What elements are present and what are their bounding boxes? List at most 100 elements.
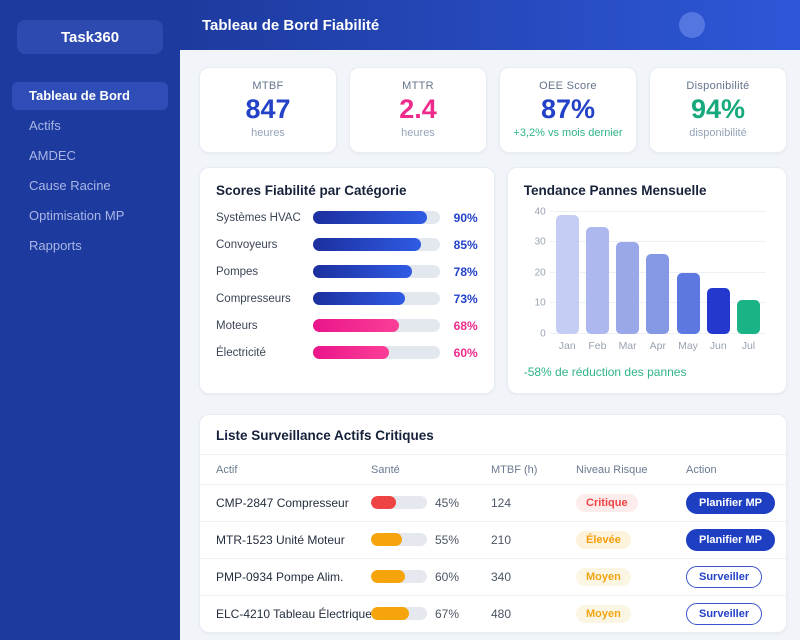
surveiller-button[interactable]: Surveiller bbox=[686, 603, 762, 625]
column-header-niveau-risque: Niveau Risque bbox=[576, 464, 686, 476]
health-percent: 67% bbox=[435, 607, 459, 621]
kpi-label: Disponibilité bbox=[654, 80, 782, 92]
asset-name: ELC-4210 Tableau Électrique bbox=[216, 607, 371, 621]
charts-row: Scores Fiabilité par Catégorie Systèmes … bbox=[199, 167, 787, 394]
main-area: Tableau de Bord Fiabilité MTBF847heuresM… bbox=[180, 0, 800, 640]
hbar-row-compresseurs: Compresseurs 73% bbox=[216, 292, 478, 306]
hbar-row-moteurs: Moteurs68% bbox=[216, 319, 478, 333]
risk-badge: Critique bbox=[576, 494, 638, 512]
table-row: MTR-1523 Unité Moteur55%210ÉlevéePlanifi… bbox=[200, 521, 786, 558]
column-header-mtbf-h: MTBF (h) bbox=[491, 464, 576, 476]
kpi-card-mttr: MTTR2.4heures bbox=[349, 67, 487, 153]
kpi-subtext: +3,2% vs mois dernier bbox=[504, 127, 632, 139]
hbar-row-convoyeurs: Convoyeurs 85% bbox=[216, 238, 478, 252]
failure-trend-caption: -58% de réduction des pannes bbox=[524, 365, 770, 379]
sidebar-item-tableau-de-bord[interactable]: Tableau de Bord bbox=[12, 82, 168, 110]
kpi-subtext: disponibilité bbox=[654, 127, 782, 139]
kpi-value: 847 bbox=[204, 95, 332, 125]
vbar-may bbox=[677, 273, 700, 334]
asset-name: MTR-1523 Unité Moteur bbox=[216, 533, 371, 547]
kpi-row: MTBF 847 heures MTTR 2.4 heures OEE Score87%+3… bbox=[199, 67, 787, 153]
kpi-label: OEE Score bbox=[504, 80, 632, 92]
health-percent: 60% bbox=[435, 570, 459, 584]
mtbf-value: 340 bbox=[491, 570, 576, 584]
vbar-jun bbox=[707, 288, 730, 334]
planifier-mp-button[interactable]: Planifier MP bbox=[686, 529, 775, 551]
reliability-scores-card: Scores Fiabilité par Catégorie Systèmes … bbox=[199, 167, 495, 394]
hbar-category-label: Compresseurs bbox=[216, 293, 313, 305]
health-cell: 67% bbox=[371, 607, 491, 621]
hbar-value-label: 68% bbox=[440, 319, 478, 333]
critical-assets-title-wrap: Liste Surveillance Actifs Critiques bbox=[200, 415, 786, 455]
mtbf-value: 124 bbox=[491, 496, 576, 510]
y-axis-tick: 40 bbox=[522, 206, 546, 217]
health-bar-fill bbox=[371, 607, 409, 620]
column-header-action: Action bbox=[686, 464, 770, 476]
planifier-mp-button[interactable]: Planifier MP bbox=[686, 492, 775, 514]
hbar-fill bbox=[313, 238, 421, 251]
sidebar-item-actifs[interactable]: Actifs bbox=[12, 112, 168, 140]
x-axis-tick: Apr bbox=[646, 340, 669, 352]
kpi-card-mtbf: MTBF 847 heures bbox=[199, 67, 337, 153]
sidebar-item-rapports[interactable]: Rapports bbox=[12, 232, 168, 260]
hbar-value-label: 85% bbox=[440, 238, 478, 252]
hbar-track bbox=[313, 238, 440, 251]
x-axis-tick: Mar bbox=[616, 340, 639, 352]
health-bar-track bbox=[371, 607, 427, 620]
table-header-row: ActifSantéMTBF (h)Niveau RisqueAction bbox=[200, 455, 786, 484]
health-bar-fill bbox=[371, 533, 402, 546]
mtbf-value: 480 bbox=[491, 607, 576, 621]
hbar-category-label: Convoyeurs bbox=[216, 239, 313, 251]
sidebar-item-cause-racine[interactable]: Cause Racine bbox=[12, 172, 168, 200]
user-avatar-icon[interactable] bbox=[679, 12, 705, 38]
vbar-feb bbox=[586, 227, 609, 334]
dashboard-content: MTBF 847 heures MTTR 2.4 heures OEE Score87%+3… bbox=[180, 50, 800, 640]
hbar-value-label: 73% bbox=[440, 292, 478, 306]
health-bar-track bbox=[371, 533, 427, 546]
table-row: PMP-0934 Pompe Alim. 60% 340Moyen Surveille… bbox=[200, 558, 786, 595]
critical-assets-title: Liste Surveillance Actifs Critiques bbox=[216, 428, 770, 443]
hbar-value-label: 90% bbox=[440, 211, 478, 225]
vbar-jul bbox=[737, 300, 760, 334]
asset-name: PMP-0934 Pompe Alim. bbox=[216, 570, 371, 584]
health-percent: 55% bbox=[435, 533, 459, 547]
mtbf-value: 210 bbox=[491, 533, 576, 547]
hbar-fill bbox=[313, 211, 427, 224]
y-axis-tick: 30 bbox=[522, 237, 546, 248]
hbar-track bbox=[313, 292, 440, 305]
hbar-category-label: Systèmes HVAC bbox=[216, 212, 313, 224]
kpi-subtext: heures bbox=[204, 127, 332, 139]
y-axis-tick: 10 bbox=[522, 298, 546, 309]
vbar-mar bbox=[616, 242, 639, 334]
hbar-fill bbox=[313, 265, 412, 278]
health-bar-fill bbox=[371, 496, 396, 509]
risk-badge: Moyen bbox=[576, 605, 631, 623]
hbar-fill bbox=[313, 319, 399, 332]
failure-trend-title: Tendance Pannes Mensuelle bbox=[524, 183, 770, 198]
risk-badge: Moyen bbox=[576, 568, 631, 586]
kpi-label: MTBF bbox=[204, 80, 332, 92]
sidebar-item-optimisation-mp[interactable]: Optimisation MP bbox=[12, 202, 168, 230]
table-row: ELC-4210 Tableau Électrique 67% 480Moyen Su… bbox=[200, 595, 786, 632]
reliability-scores-title: Scores Fiabilité par Catégorie bbox=[216, 183, 478, 198]
sidebar-nav: Tableau de BordActifsAMDECCause RacineOp… bbox=[0, 82, 180, 260]
hbar-category-label: Pompes bbox=[216, 266, 313, 278]
vbar-apr bbox=[646, 254, 669, 333]
hbar-category-label: Électricité bbox=[216, 347, 313, 359]
critical-assets-card: Liste Surveillance Actifs Critiques Acti… bbox=[199, 414, 787, 633]
table-row: CMP-2847 Compresseur 45% 124Critique Planif… bbox=[200, 484, 786, 521]
sidebar-item-amdec[interactable]: AMDEC bbox=[12, 142, 168, 170]
health-bar-track bbox=[371, 496, 427, 509]
page-title: Tableau de Bord Fiabilité bbox=[202, 17, 379, 34]
kpi-label: MTTR bbox=[354, 80, 482, 92]
hbar-track bbox=[313, 265, 440, 278]
health-cell: 45% bbox=[371, 496, 491, 510]
table-body: CMP-2847 Compresseur 45% 124Critique Planif… bbox=[200, 484, 786, 632]
asset-name: CMP-2847 Compresseur bbox=[216, 496, 371, 510]
x-axis-tick: Jul bbox=[737, 340, 760, 352]
health-percent: 45% bbox=[435, 496, 459, 510]
kpi-value: 2.4 bbox=[354, 95, 482, 125]
kpi-card-oee-score: OEE Score87%+3,2% vs mois dernier bbox=[499, 67, 637, 153]
surveiller-button[interactable]: Surveiller bbox=[686, 566, 762, 588]
y-axis-tick: 0 bbox=[522, 328, 546, 339]
